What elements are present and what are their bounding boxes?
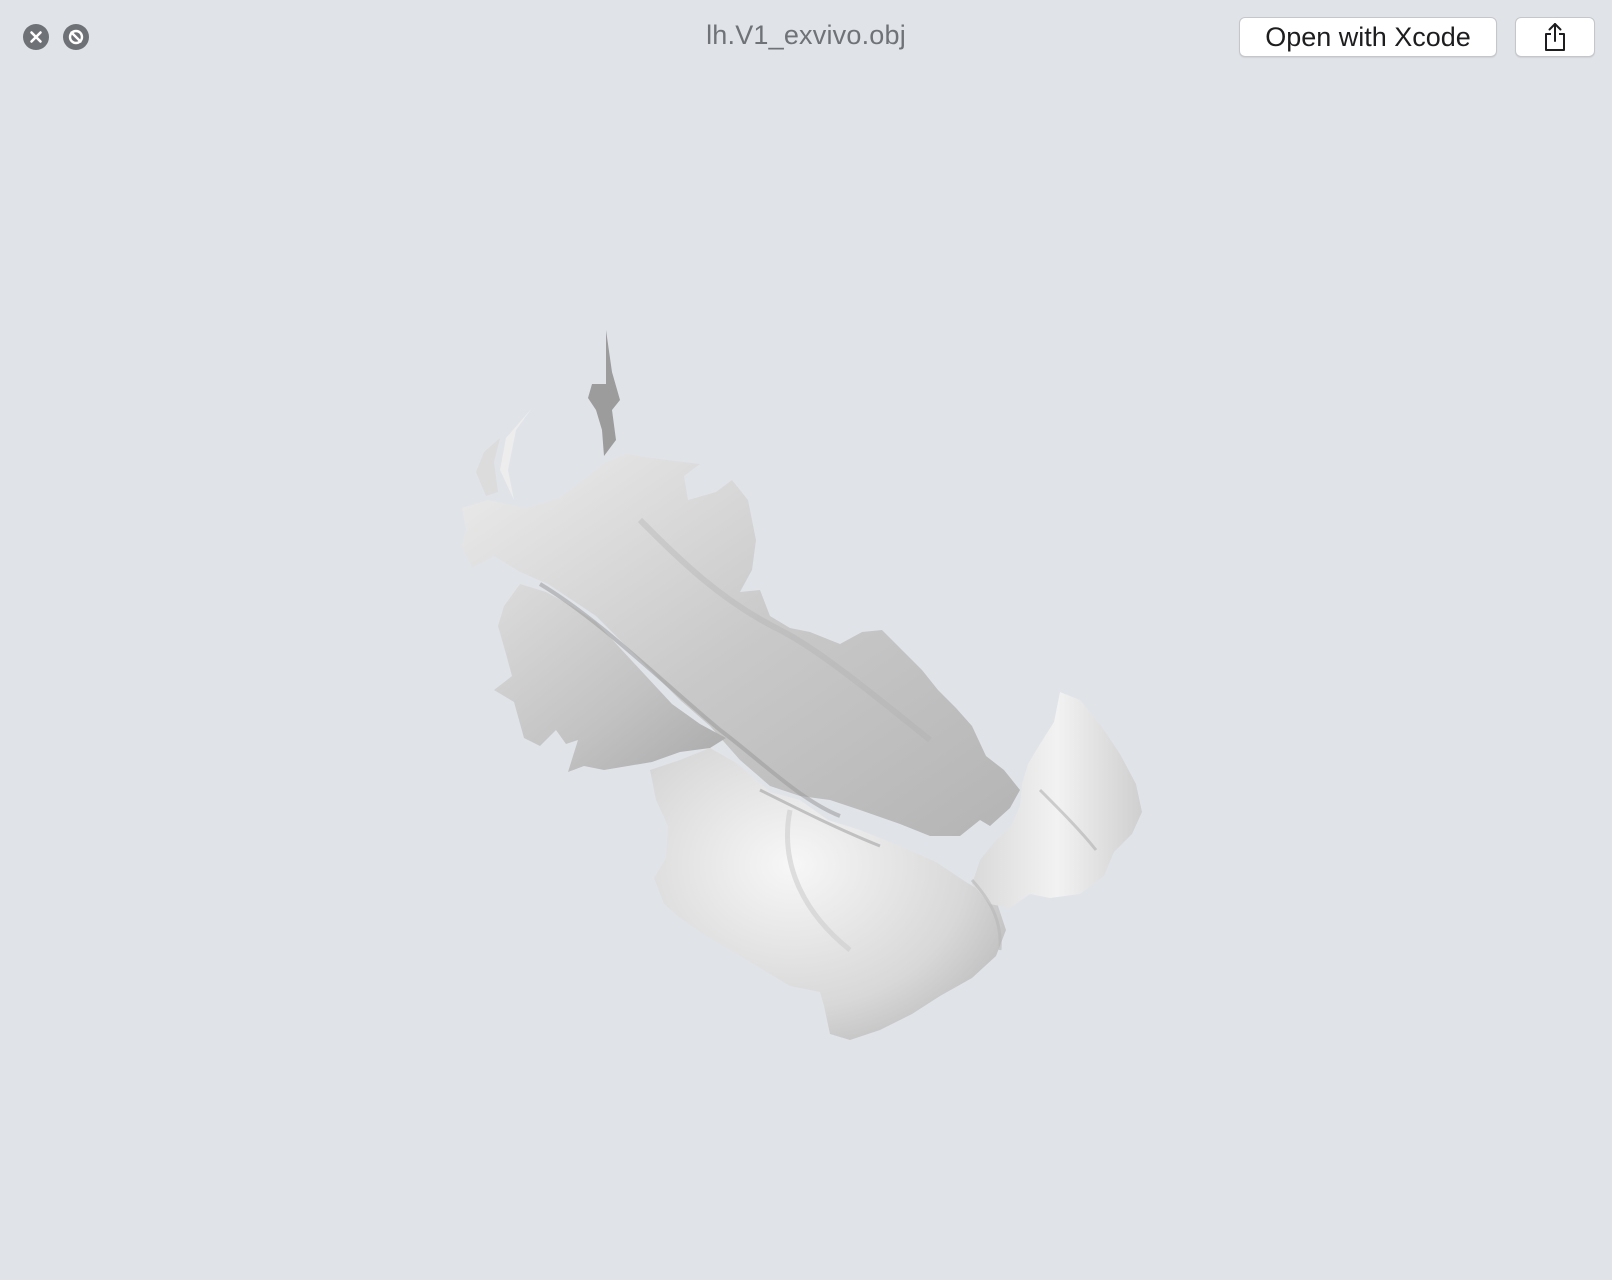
model-preview[interactable]: [0, 76, 1612, 1280]
quicklook-window: lh.V1_exvivo.obj Open with Xcode: [0, 0, 1612, 1280]
share-icon: [1545, 23, 1565, 51]
fullscreen-button[interactable]: [63, 24, 89, 50]
fullscreen-icon: [68, 29, 84, 45]
open-with-button[interactable]: Open with Xcode: [1239, 17, 1497, 57]
share-button[interactable]: [1515, 17, 1595, 57]
close-button[interactable]: [23, 24, 49, 50]
title-bar: lh.V1_exvivo.obj Open with Xcode: [0, 0, 1612, 76]
mesh-render: [462, 330, 1142, 1040]
close-icon: [30, 31, 42, 43]
